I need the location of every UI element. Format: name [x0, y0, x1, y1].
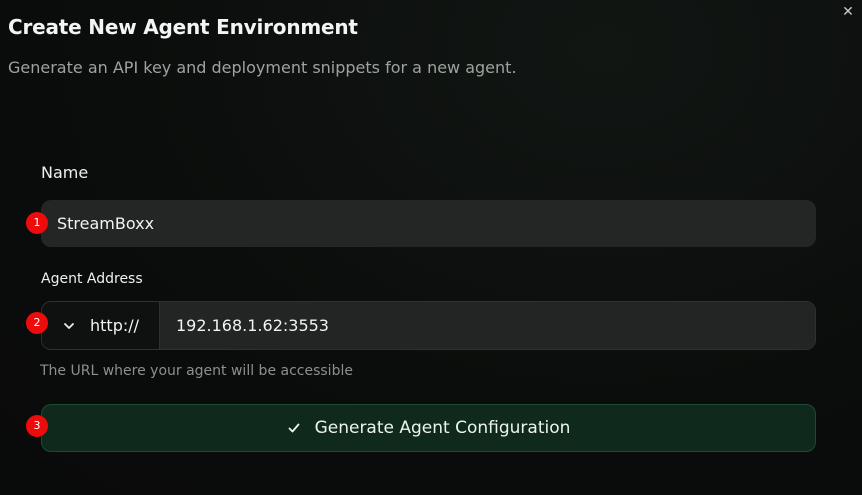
- dialog-subtitle: Generate an API key and deployment snipp…: [8, 58, 517, 77]
- generate-button-label: Generate Agent Configuration: [314, 418, 571, 438]
- dialog-title: Create New Agent Environment: [8, 15, 358, 39]
- step-marker-1: 1: [26, 212, 48, 234]
- step-marker-3: 3: [26, 415, 48, 437]
- step-marker-2: 2: [26, 312, 48, 334]
- close-icon[interactable]: ✕: [840, 4, 856, 20]
- generate-agent-configuration-button[interactable]: Generate Agent Configuration: [41, 404, 816, 452]
- name-input[interactable]: [41, 200, 816, 247]
- protocol-select[interactable]: http://: [42, 302, 160, 349]
- agent-address-field: http://: [41, 301, 816, 350]
- protocol-value: http://: [90, 316, 140, 335]
- name-label: Name: [41, 163, 89, 182]
- agent-address-input[interactable]: [160, 302, 815, 349]
- check-icon: [288, 423, 299, 433]
- create-agent-dialog: ✕ Create New Agent Environment Generate …: [0, 0, 862, 495]
- chevron-down-icon: [64, 322, 74, 329]
- agent-address-helper: The URL where your agent will be accessi…: [40, 363, 353, 379]
- agent-address-label: Agent Address: [41, 271, 143, 287]
